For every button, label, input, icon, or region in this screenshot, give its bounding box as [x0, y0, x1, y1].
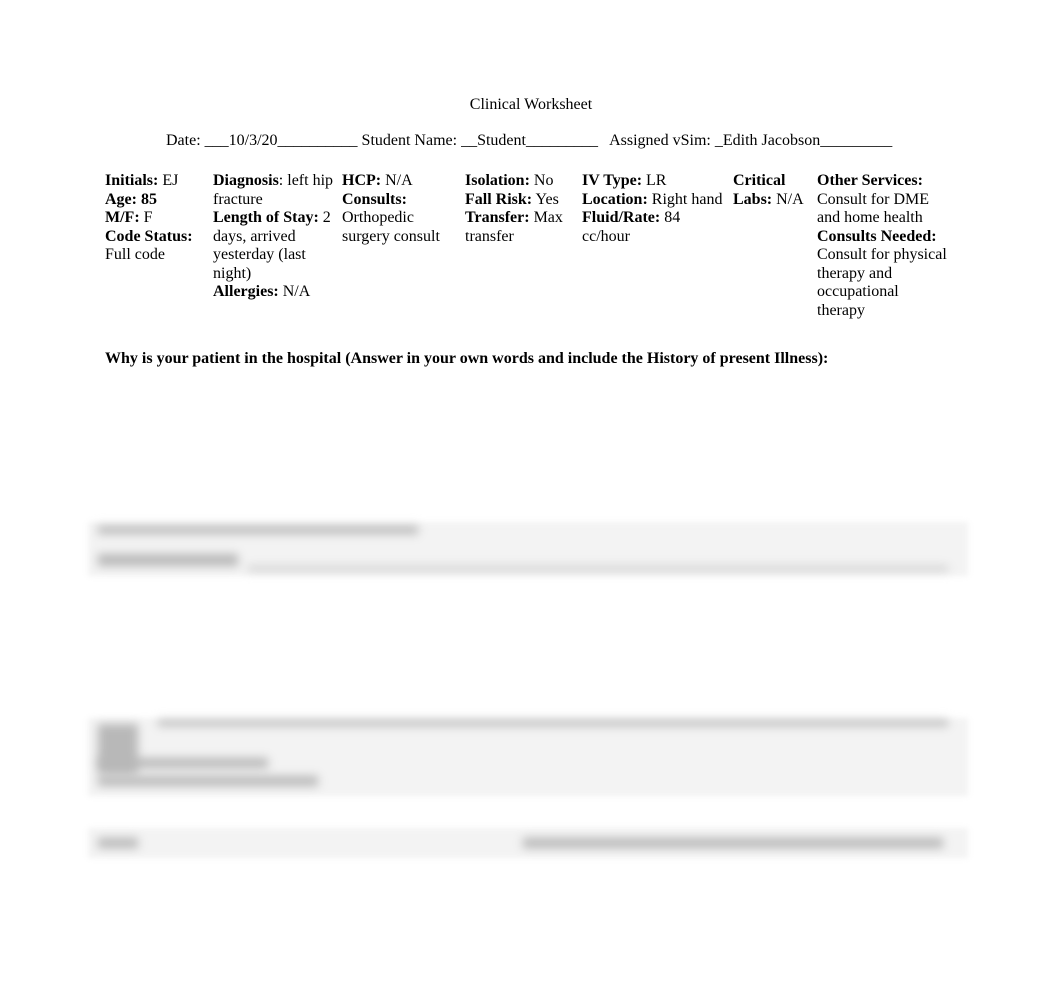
info-column: Initials: EJ Age: 85 M/F: F Code Status: Fu…: [105, 172, 210, 265]
info-field: Consults: Orthopedic surgery consult: [342, 191, 462, 247]
field-label: Transfer:: [465, 209, 530, 226]
field-value: N/A: [772, 190, 804, 208]
info-field: Age: 85: [105, 191, 210, 210]
info-field: Code Status: Full code: [105, 228, 210, 265]
info-column: Diagnosis: left hip fracture Length of St…: [213, 172, 338, 302]
info-field: M/F: F: [105, 209, 210, 228]
field-label: Length of Stay:: [213, 209, 319, 226]
hospital-reason-question: Why is your patient in the hospital (Ans…: [105, 350, 829, 367]
info-field: Fall Risk: Yes: [465, 191, 577, 210]
info-field: IV Type: LR: [582, 172, 727, 191]
info-field: HCP: N/A: [342, 172, 462, 191]
field-value: Right hand: [647, 190, 723, 208]
info-field: Consults Needed: Consult for physical th…: [817, 228, 947, 321]
info-field: Length of Stay: 2 days, arrived yesterda…: [213, 209, 338, 283]
field-value: No: [529, 172, 554, 189]
info-field: Other Services: Consult for DME and home…: [817, 172, 947, 228]
field-label: Location:: [582, 190, 648, 208]
blurred-section-1: [88, 522, 968, 576]
info-column: HCP: N/A Consults: Orthopedic surgery con…: [342, 172, 462, 246]
info-field: Location: Right hand: [582, 191, 727, 210]
field-label: HCP:: [342, 172, 382, 189]
info-column: Critical Labs: N/A: [733, 172, 813, 209]
blurred-section-3: [88, 828, 968, 858]
field-value: Yes: [532, 190, 559, 208]
field-value: N/A: [278, 283, 311, 300]
field-value: Orthopedic surgery consult: [342, 209, 440, 245]
info-field: Diagnosis: left hip fracture: [213, 172, 338, 209]
info-column: IV Type: LR Location: Right hand Fluid/Rat…: [582, 172, 727, 246]
field-label: IV Type:: [582, 172, 643, 189]
field-value: EJ: [158, 172, 179, 189]
field-value: Consult for physical therapy and occupat…: [817, 246, 947, 319]
field-label: Consults Needed:: [817, 227, 937, 245]
info-field: Transfer: Max transfer: [465, 209, 577, 246]
field-label: M/F:: [105, 209, 140, 226]
field-label: Diagnosis: [213, 172, 279, 189]
field-label: Fall Risk:: [465, 190, 533, 208]
field-label: Other Services:: [817, 172, 923, 189]
field-label: Isolation:: [465, 172, 530, 189]
info-field: Allergies: N/A: [213, 283, 338, 302]
field-value: F: [139, 209, 153, 226]
info-column: Isolation: No Fall Risk: Yes Transfer: Max…: [465, 172, 577, 246]
field-label: Allergies:: [213, 283, 279, 300]
document-title: Clinical Worksheet: [469, 96, 593, 113]
header-meta-line: Date: ___10/3/20__________ Student Name:…: [166, 132, 893, 149]
info-field: Critical Labs: N/A: [733, 172, 813, 209]
field-value: N/A: [381, 172, 413, 189]
blurred-section-2: [88, 718, 968, 796]
field-label: Fluid/Rate:: [582, 209, 661, 226]
info-field: Isolation: No: [465, 172, 577, 191]
field-value: Full code: [105, 246, 165, 263]
field-label: Consults:: [342, 190, 407, 208]
field-value: LR: [642, 172, 667, 189]
field-value: Consult for DME and home health: [817, 190, 929, 227]
field-label: Age: 85: [105, 190, 157, 208]
info-field: Initials: EJ: [105, 172, 210, 191]
field-label: Initials:: [105, 172, 159, 189]
info-field: Fluid/Rate: 84 cc/hour: [582, 209, 727, 246]
info-column: Other Services: Consult for DME and home…: [817, 172, 947, 320]
field-label: Code Status:: [105, 227, 193, 245]
